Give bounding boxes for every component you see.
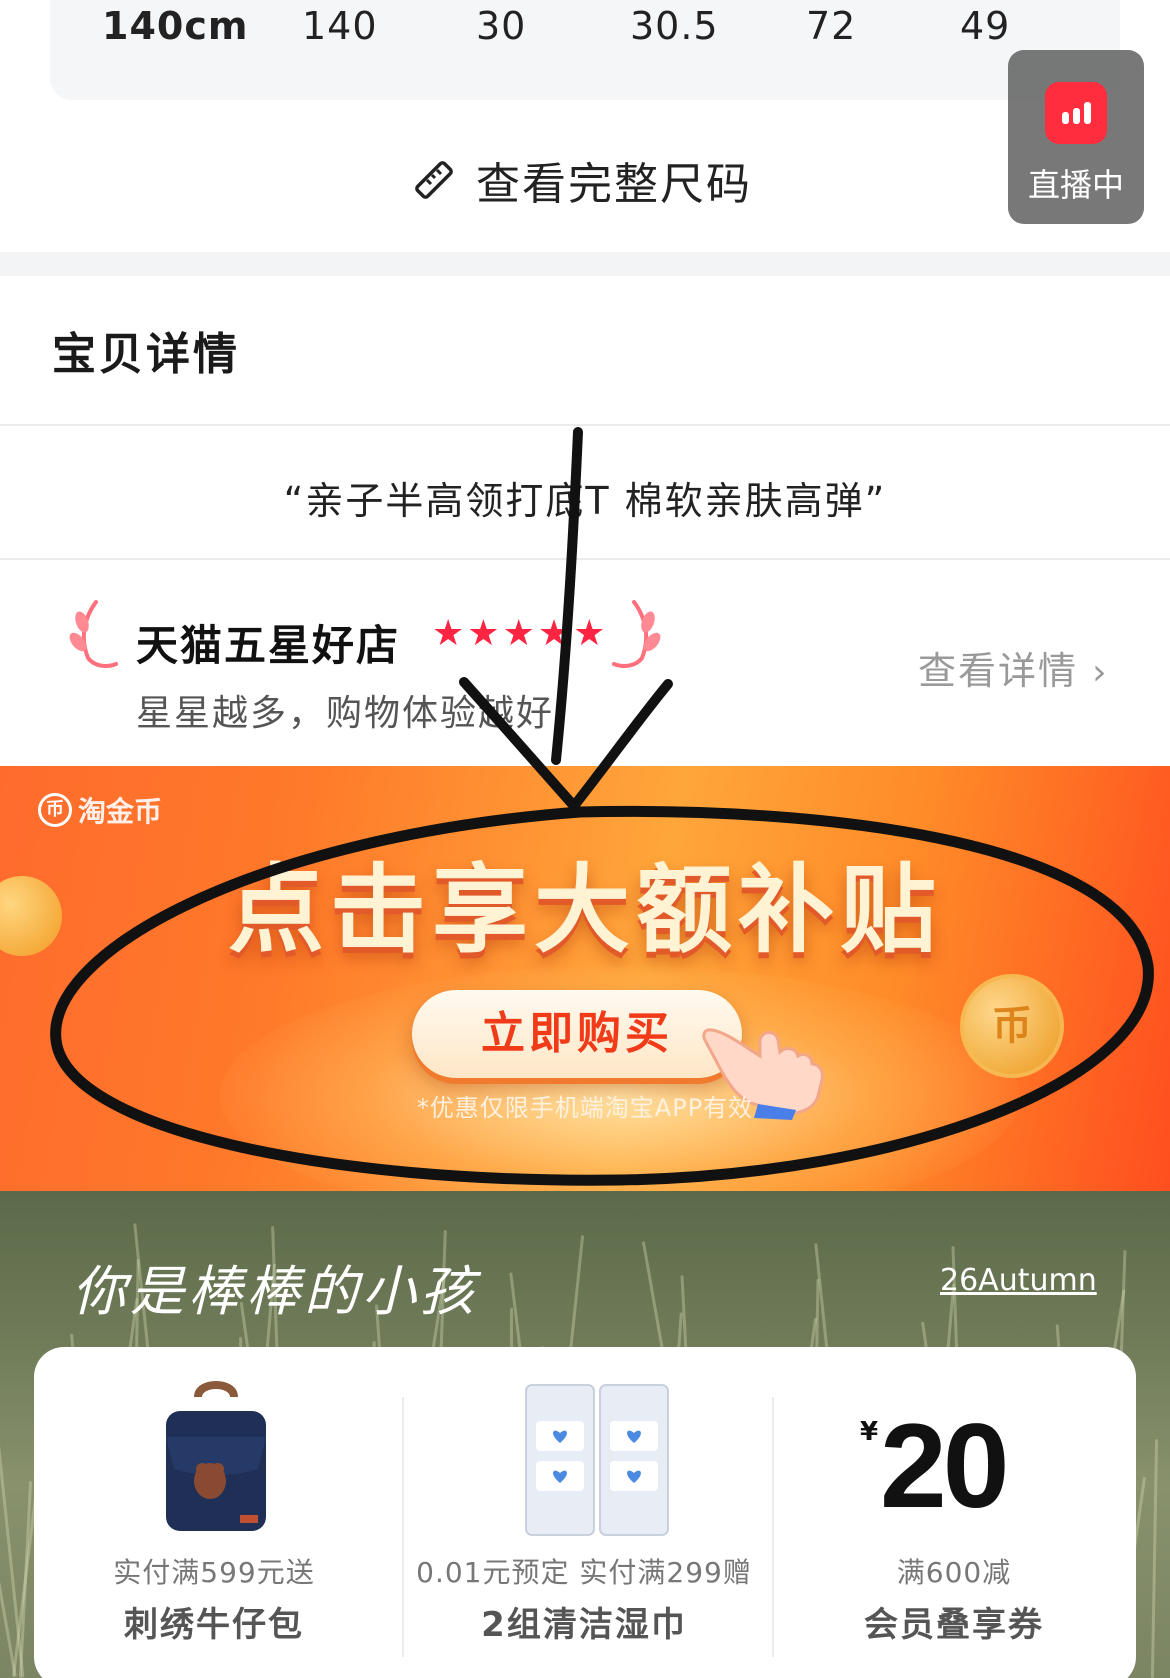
- live-stream-widget[interactable]: 直播中: [1008, 50, 1144, 224]
- promo-gift-name: 2组清洁湿巾: [481, 1605, 687, 1645]
- coin-decoration-icon: 币: [960, 974, 1064, 1078]
- promo-item-coupon[interactable]: ¥ 20 满600减 会员叠享券: [774, 1347, 1134, 1678]
- banner-disclaimer: *优惠仅限手机端淘宝APP有效: [416, 1094, 754, 1122]
- grass-blade: [1150, 1438, 1159, 1678]
- live-label: 直播中: [1027, 166, 1124, 204]
- coin-icon: 币: [38, 793, 72, 827]
- size-cell: 72: [806, 4, 857, 48]
- coupon-amount: ¥ 20: [860, 1399, 1060, 1533]
- promo-slogan: 你是棒棒的小孩: [72, 1260, 478, 1323]
- promo-gift-name: 刺绣牛仔包: [124, 1605, 304, 1645]
- section-divider: [0, 252, 1170, 276]
- star-icon: ★: [573, 613, 606, 654]
- size-table: 140cm 140 30 30.5 72 49: [50, 0, 1120, 100]
- star-icon: ★: [537, 613, 571, 654]
- store-detail-link[interactable]: 查看详情 ›: [918, 640, 1109, 695]
- laurel-right-icon: [612, 600, 661, 668]
- buy-now-button[interactable]: 立即购买: [412, 990, 742, 1078]
- product-detail-heading: 宝贝详情: [52, 329, 240, 380]
- size-cell: 30.5: [630, 4, 719, 48]
- star-icon: ★: [467, 613, 500, 654]
- store-detail-label: 查看详情: [918, 649, 1079, 693]
- store-rating-subtitle: 星星越多，购物体验越好: [136, 693, 555, 734]
- promo-gift-card: 实付满599元送 刺绣牛仔包 0.01元预定 实付满299赠 2组清洁湿巾 ¥ …: [34, 1347, 1136, 1678]
- store-rating-title: 天猫五星好店: [136, 621, 401, 670]
- star-icon: ★: [502, 613, 535, 654]
- promo-condition: 0.01元预定 实付满299赠: [416, 1556, 752, 1589]
- divider: [0, 424, 1170, 426]
- promo-gift-name: 会员叠享券: [864, 1605, 1044, 1645]
- promo-condition: 满600减: [896, 1556, 1012, 1589]
- banner-headline: 点击享大额补贴: [228, 854, 942, 966]
- size-cell: 49: [960, 4, 1011, 48]
- size-table-row: 140cm 140 30 30.5 72 49: [50, 0, 1120, 50]
- wet-wipes-image: [525, 1384, 669, 1536]
- promo-item-bag[interactable]: 实付满599元送 刺绣牛仔包: [34, 1347, 394, 1678]
- size-cell: 30: [476, 4, 527, 48]
- promo-item-wipes[interactable]: 0.01元预定 实付满299赠 2组清洁湿巾: [404, 1347, 764, 1678]
- brand-promo-section: 你是棒棒的小孩 26Autumn 实付满599元送 刺绣牛仔包 0.01元预定 …: [0, 1191, 1170, 1678]
- taojinbi-label: 淘金币: [78, 795, 163, 828]
- full-size-link[interactable]: 查看完整尺码: [410, 150, 752, 210]
- laurel-left-icon: [69, 600, 118, 668]
- promo-season-tag: 26Autumn: [940, 1263, 1097, 1298]
- coupon-value: 20: [880, 1399, 1009, 1533]
- store-star-rating: ★ ★ ★ ★ ★: [432, 612, 605, 656]
- star-icon: ★: [432, 613, 465, 654]
- denim-bag-image: [166, 1381, 266, 1531]
- live-bars-icon: [1045, 82, 1107, 144]
- ruler-icon: [415, 161, 453, 199]
- subsidy-banner[interactable]: 币 币 淘金币 点击享大额补贴 立即购买 *优惠仅限手机端淘宝APP有效: [0, 766, 1170, 1191]
- chevron-right-icon: ›: [1092, 652, 1109, 693]
- size-cell: 140: [302, 4, 378, 48]
- coupon-currency: ¥: [860, 1417, 879, 1447]
- promo-condition: 实付满599元送: [113, 1556, 315, 1589]
- divider: [0, 558, 1170, 560]
- size-cell-size: 140cm: [102, 4, 249, 48]
- taojinbi-brand: 币 淘金币: [38, 790, 162, 830]
- full-size-label: 查看完整尺码: [476, 159, 752, 210]
- product-slogan: “亲子半高领打底T 棉软亲肤高弹”: [283, 479, 887, 523]
